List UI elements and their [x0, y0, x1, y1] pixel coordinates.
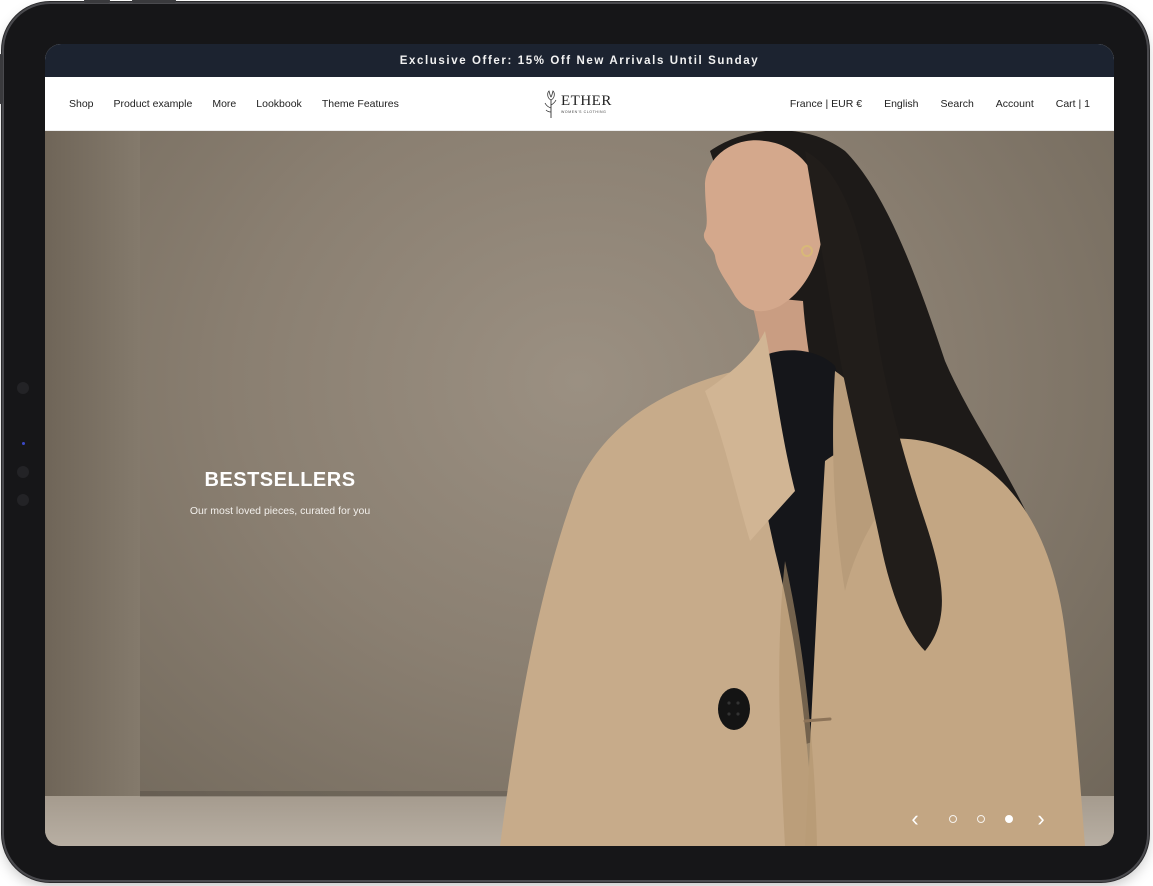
top-button-right [132, 0, 176, 3]
logo-word: ETHER [561, 93, 612, 109]
nav-link-lookbook[interactable]: Lookbook [256, 98, 302, 110]
logo-text: ETHER WOMEN'S CLOTHING [561, 93, 612, 115]
side-button [0, 54, 3, 104]
slide-dots [949, 815, 1013, 823]
logo-subtitle: WOMEN'S CLOTHING [561, 110, 607, 114]
cart-link[interactable]: Cart | 1 [1056, 98, 1090, 110]
search-link[interactable]: Search [941, 98, 974, 110]
sensor-dot [17, 494, 29, 506]
nav-link-shop[interactable]: Shop [69, 98, 94, 110]
slider-controls: ‹ › [903, 807, 1053, 831]
slide-dot-active[interactable] [1005, 815, 1013, 823]
announcement-bar: Exclusive Offer: 15% Off New Arrivals Un… [45, 44, 1114, 77]
nav-link-product-example[interactable]: Product example [114, 98, 193, 110]
hero-slideshow: BESTSELLERS Our most loved pieces, curat… [45, 131, 1114, 846]
tablet-frame: Exclusive Offer: 15% Off New Arrivals Un… [0, 0, 1147, 880]
slide-dot[interactable] [977, 815, 985, 823]
slide-dot[interactable] [949, 815, 957, 823]
screen: Exclusive Offer: 15% Off New Arrivals Un… [45, 44, 1114, 846]
store-logo[interactable]: ETHER WOMEN'S CLOTHING [543, 88, 615, 120]
flower-icon [544, 90, 557, 118]
camera-led [22, 442, 25, 445]
sensor-dot [17, 466, 29, 478]
country-currency-selector[interactable]: France | EUR € [790, 98, 862, 110]
hero-subtitle: Our most loved pieces, curated for you [189, 505, 371, 517]
sensor-dot [17, 382, 29, 394]
hero-title: BESTSELLERS [204, 469, 356, 491]
nav-right: France | EUR € English Search Account Ca… [790, 98, 1090, 110]
announcement-text: Exclusive Offer: 15% Off New Arrivals Un… [399, 54, 760, 67]
header-nav: Shop Product example More Lookbook Theme… [45, 77, 1114, 131]
top-button-left [84, 0, 110, 3]
nav-link-more[interactable]: More [212, 98, 236, 110]
chevron-left-icon[interactable]: ‹ [903, 807, 927, 831]
nav-link-theme-features[interactable]: Theme Features [322, 98, 399, 110]
nav-left: Shop Product example More Lookbook Theme… [69, 98, 419, 110]
language-selector[interactable]: English [884, 98, 918, 110]
chevron-right-icon[interactable]: › [1029, 807, 1053, 831]
account-link[interactable]: Account [996, 98, 1034, 110]
